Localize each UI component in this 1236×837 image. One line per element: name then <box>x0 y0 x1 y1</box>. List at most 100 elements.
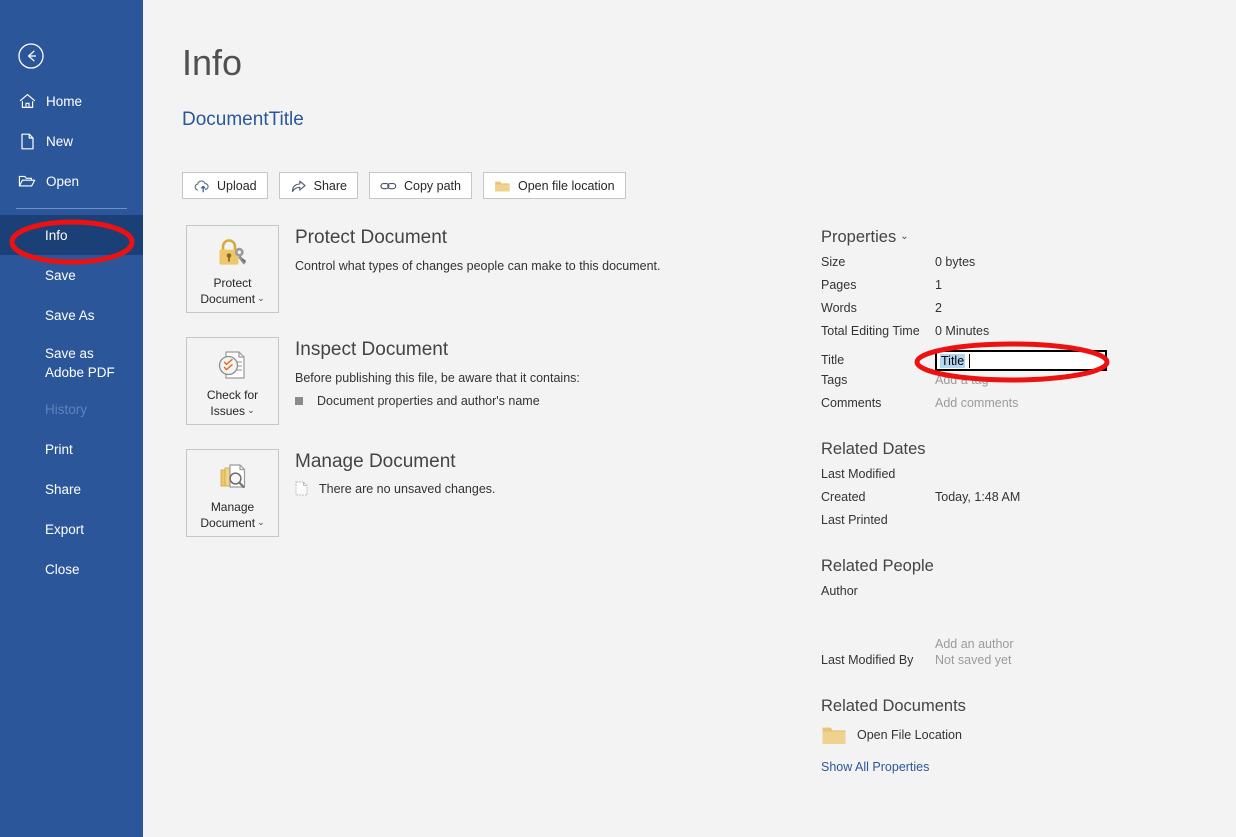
copy-path-button[interactable]: Copy path <box>368 172 472 199</box>
properties-heading-label: Properties <box>821 228 897 246</box>
sidebar-item-share[interactable]: Share <box>0 477 143 501</box>
protect-document-heading: Protect Document <box>295 227 448 248</box>
property-key: Total Editing Time <box>821 324 920 338</box>
sidebar-item-label: Print <box>45 441 73 457</box>
protect-document-description: Control what types of changes people can… <box>295 259 661 273</box>
property-key: Title <box>821 353 845 367</box>
protect-document-body: Protect Document Control what types of c… <box>279 225 661 313</box>
property-row-tags[interactable]: Tags Add a tag <box>821 373 1151 396</box>
property-value: 2 <box>935 301 942 315</box>
properties-heading: Properties ⌄ <box>821 228 1151 247</box>
manage-document-bullet: There are no unsaved changes. <box>295 481 496 496</box>
related-people-row-add-author[interactable]: Add an author <box>821 607 1151 651</box>
sidebar-item-info[interactable]: Info <box>0 215 143 255</box>
manage-document-button[interactable]: Manage Document ⌄ <box>186 449 279 537</box>
inspect-document-description: Before publishing this file, be aware th… <box>295 371 580 385</box>
title-property-input[interactable] <box>937 351 1105 369</box>
sidebar-item-save[interactable]: Save <box>0 263 143 287</box>
sidebar-item-print[interactable]: Print <box>0 437 143 461</box>
open-file-location-button[interactable]: Open file location <box>482 172 626 199</box>
cloud-upload-icon <box>193 178 210 193</box>
property-value-placeholder: Not saved yet <box>935 653 1012 667</box>
protect-document-button[interactable]: Protect Document ⌄ <box>186 225 279 313</box>
word-backstage-info-screen: DocumentTitle.docx - Word Ho <box>0 0 1236 837</box>
share-button[interactable]: Share <box>278 172 358 199</box>
property-value-placeholder[interactable]: Add a tag <box>935 373 989 387</box>
property-value: 0 Minutes <box>935 324 990 338</box>
property-key: Pages <box>821 278 857 292</box>
padlock-key-icon <box>214 235 252 271</box>
inspect-document-bullet-text: Document properties and author's name <box>317 394 540 408</box>
related-date-row-last-printed: Last Printed <box>821 513 1151 536</box>
sidebar-item-label: History <box>45 401 88 417</box>
add-an-author-link[interactable]: Add an author <box>935 637 1014 651</box>
check-for-issues-button[interactable]: Check for Issues ⌄ <box>186 337 279 425</box>
related-dates-heading: Related Dates <box>821 440 926 458</box>
file-actions-toolbar: Upload Share Copy path Open file locatio… <box>182 172 626 199</box>
inspect-document-bullet: Document properties and author's name <box>295 394 580 408</box>
open-file-location-link[interactable]: Open File Location <box>821 724 1151 746</box>
property-value: Today, 1:48 AM <box>935 490 1021 504</box>
property-key: Tags <box>821 373 848 387</box>
sidebar-item-export[interactable]: Export <box>0 517 143 541</box>
property-key: Created <box>821 490 866 504</box>
sidebar-item-label: Export <box>45 521 85 537</box>
chevron-down-icon[interactable]: ⌄ <box>900 231 908 242</box>
protect-document-button-label: Protect Document ⌄ <box>200 276 265 306</box>
protect-document-card: Protect Document ⌄ Protect Document Contr… <box>186 225 806 313</box>
sidebar-item-label: Save <box>45 267 76 283</box>
sidebar-item-save-as-adobe-pdf[interactable]: Save as Adobe PDF <box>0 343 143 381</box>
manage-document-button-label: Manage Document ⌄ <box>200 500 265 530</box>
chevron-down-icon: ⌄ <box>247 405 255 415</box>
sidebar-item-save-as[interactable]: Save As <box>0 303 143 327</box>
property-key: Last Modified By <box>821 653 914 667</box>
chevron-down-icon: ⌄ <box>257 293 265 303</box>
backstage-sidebar: Home New Open Info Save Save As Save as … <box>0 0 143 837</box>
property-key: Last Modified <box>821 467 896 481</box>
sidebar-divider <box>16 208 127 209</box>
sidebar-item-label: Info <box>45 227 68 243</box>
info-cards: Protect Document ⌄ Protect Document Contr… <box>186 225 806 561</box>
open-folder-icon <box>18 172 36 190</box>
open-file-location-label: Open File Location <box>857 728 962 742</box>
manage-document-body: Manage Document There are no unsaved cha… <box>279 449 496 537</box>
sidebar-item-label: Save as Adobe PDF <box>45 346 115 380</box>
show-all-properties-link[interactable]: Show All Properties <box>821 760 929 774</box>
upload-button-label: Upload <box>217 178 257 193</box>
related-documents-heading: Related Documents <box>821 697 966 715</box>
property-value-placeholder[interactable]: Add comments <box>935 396 1018 410</box>
related-people-row-last-modified-by: Last Modified By Not saved yet <box>821 653 1151 676</box>
property-row-pages: Pages 1 <box>821 278 1151 301</box>
related-date-row-created: Created Today, 1:48 AM <box>821 490 1151 513</box>
property-key: Author <box>821 584 858 598</box>
title-property-input-wrapper[interactable]: Title <box>935 349 1107 371</box>
property-key: Last Printed <box>821 513 888 527</box>
property-value: 0 bytes <box>935 255 976 269</box>
share-button-label: Share <box>313 178 347 193</box>
sidebar-item-label: Save As <box>45 307 95 323</box>
sidebar-item-new[interactable]: New <box>0 128 143 154</box>
home-icon <box>18 92 36 110</box>
related-people-heading: Related People <box>821 557 934 575</box>
manage-document-heading: Manage Document <box>295 451 456 472</box>
back-arrow-icon[interactable] <box>17 42 45 70</box>
related-people-row-author: Author <box>821 584 1151 607</box>
sidebar-item-label: Close <box>45 561 80 577</box>
property-row-comments[interactable]: Comments Add comments <box>821 396 1151 419</box>
backstage-main-pane: Info DocumentTitle Upload Share Copy pat… <box>143 0 1236 837</box>
sidebar-item-home[interactable]: Home <box>0 88 143 114</box>
property-row-total-editing-time: Total Editing Time 0 Minutes <box>821 324 1151 347</box>
sidebar-item-close[interactable]: Close <box>0 557 143 581</box>
related-date-row-last-modified: Last Modified <box>821 467 1151 490</box>
sidebar-item-open[interactable]: Open <box>0 168 143 194</box>
open-file-location-button-label: Open file location <box>517 178 615 193</box>
upload-button[interactable]: Upload <box>182 172 268 199</box>
property-key: Comments <box>821 396 882 410</box>
sidebar-item-label: Share <box>45 481 82 497</box>
sidebar-item-history: History <box>0 397 143 421</box>
sidebar-item-label: Home <box>46 93 83 109</box>
document-page-icon <box>295 481 308 496</box>
